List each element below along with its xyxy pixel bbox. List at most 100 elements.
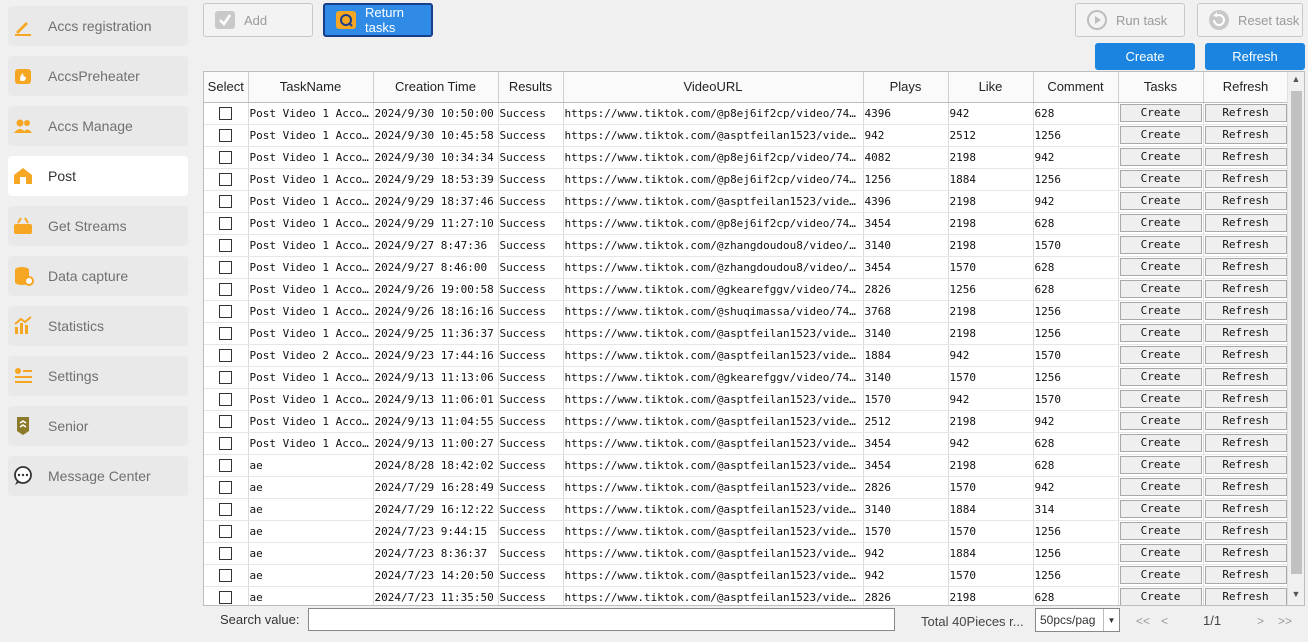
- row-checkbox[interactable]: [219, 348, 233, 362]
- scroll-up-icon[interactable]: ▲: [1291, 74, 1301, 88]
- row-create-button[interactable]: Create: [1119, 500, 1202, 518]
- table-row[interactable]: Post Video 1 Acco... 2024/9/29 18:53:39 Su…: [204, 168, 1289, 191]
- row-create-button[interactable]: Create: [1119, 236, 1202, 254]
- row-create-button[interactable]: Create: [1119, 478, 1202, 496]
- row-refresh-button[interactable]: Refresh: [1204, 148, 1287, 166]
- table-row[interactable]: Post Video 1 Acco... 2024/9/30 10:45:58 Su…: [204, 124, 1289, 147]
- row-create-button[interactable]: Create: [1119, 126, 1202, 144]
- row-checkbox[interactable]: [219, 150, 233, 164]
- row-refresh-button[interactable]: Refresh: [1204, 478, 1287, 496]
- row-checkbox[interactable]: [219, 194, 233, 208]
- row-checkbox[interactable]: [219, 590, 233, 604]
- row-checkbox[interactable]: [219, 304, 233, 318]
- row-checkbox[interactable]: [219, 260, 233, 274]
- row-create-button[interactable]: Create: [1119, 104, 1202, 122]
- table-row[interactable]: ae 2024/7/29 16:12:22 Success https://www.t…: [204, 498, 1289, 521]
- create-button[interactable]: Create: [1095, 43, 1195, 70]
- column-header-results[interactable]: Results: [498, 72, 564, 103]
- row-create-button[interactable]: Create: [1119, 346, 1202, 364]
- table-row[interactable]: ae 2024/8/28 18:42:02 Success https://www.t…: [204, 454, 1289, 477]
- row-create-button[interactable]: Create: [1119, 566, 1202, 584]
- table-row[interactable]: Post Video 2 Acco... 2024/9/23 17:44:16 Su…: [204, 344, 1289, 367]
- row-checkbox[interactable]: [219, 414, 233, 428]
- refresh-button[interactable]: Refresh: [1205, 43, 1305, 70]
- first-page-icon[interactable]: <<: [1136, 614, 1150, 628]
- reset-task-button[interactable]: Reset task: [1197, 3, 1303, 37]
- row-checkbox[interactable]: [219, 326, 233, 340]
- next-page-icon[interactable]: >: [1257, 614, 1264, 628]
- row-checkbox[interactable]: [219, 524, 233, 538]
- row-checkbox[interactable]: [219, 216, 233, 230]
- row-refresh-button[interactable]: Refresh: [1204, 390, 1287, 408]
- row-create-button[interactable]: Create: [1119, 522, 1202, 540]
- row-create-button[interactable]: Create: [1119, 192, 1202, 210]
- column-header-creation-time[interactable]: Creation Time: [373, 72, 499, 103]
- table-row[interactable]: ae 2024/7/23 14:20:50 Success https://www.t…: [204, 564, 1289, 587]
- row-checkbox[interactable]: [219, 568, 233, 582]
- row-refresh-button[interactable]: Refresh: [1204, 192, 1287, 210]
- table-row[interactable]: Post Video 1 Acco... 2024/9/13 11:00:27 Su…: [204, 432, 1289, 455]
- row-checkbox[interactable]: [219, 436, 233, 450]
- row-create-button[interactable]: Create: [1119, 214, 1202, 232]
- row-refresh-button[interactable]: Refresh: [1204, 368, 1287, 386]
- row-checkbox[interactable]: [219, 392, 233, 406]
- column-header-plays[interactable]: Plays: [863, 72, 949, 103]
- row-create-button[interactable]: Create: [1119, 434, 1202, 452]
- table-row[interactable]: Post Video 1 Acco... 2024/9/13 11:04:55 Su…: [204, 410, 1289, 433]
- sidebar-item-get-streams[interactable]: Get Streams: [8, 206, 188, 246]
- row-refresh-button[interactable]: Refresh: [1204, 588, 1287, 605]
- table-row[interactable]: ae 2024/7/23 11:35:50 Success https://www.t…: [204, 586, 1289, 605]
- sidebar-item-senior[interactable]: Senior: [8, 406, 188, 446]
- table-row[interactable]: ae 2024/7/29 16:28:49 Success https://www.t…: [204, 476, 1289, 499]
- row-refresh-button[interactable]: Refresh: [1204, 236, 1287, 254]
- row-refresh-button[interactable]: Refresh: [1204, 214, 1287, 232]
- row-checkbox[interactable]: [219, 370, 233, 384]
- chevron-down-icon[interactable]: ▼: [1103, 609, 1119, 631]
- row-checkbox[interactable]: [219, 172, 233, 186]
- prev-page-icon[interactable]: <: [1161, 614, 1168, 628]
- row-create-button[interactable]: Create: [1119, 280, 1202, 298]
- row-create-button[interactable]: Create: [1119, 170, 1202, 188]
- sidebar-item-settings[interactable]: Settings: [8, 356, 188, 396]
- row-create-button[interactable]: Create: [1119, 302, 1202, 320]
- row-refresh-button[interactable]: Refresh: [1204, 434, 1287, 452]
- sidebar-item-post[interactable]: Post: [8, 156, 188, 196]
- row-create-button[interactable]: Create: [1119, 588, 1202, 605]
- row-create-button[interactable]: Create: [1119, 544, 1202, 562]
- row-refresh-button[interactable]: Refresh: [1204, 456, 1287, 474]
- column-header-tasks[interactable]: Tasks: [1118, 72, 1204, 103]
- add-button[interactable]: Add: [203, 3, 313, 37]
- row-create-button[interactable]: Create: [1119, 390, 1202, 408]
- table-row[interactable]: Post Video 1 Acco... 2024/9/26 19:00:58 Su…: [204, 278, 1289, 301]
- column-header-comment[interactable]: Comment: [1033, 72, 1119, 103]
- sidebar-item-data-capture[interactable]: Data capture: [8, 256, 188, 296]
- run-task-button[interactable]: Run task: [1075, 3, 1185, 37]
- page-size-select[interactable]: 50pcs/pag ▼: [1035, 608, 1120, 632]
- column-header-taskname[interactable]: TaskName: [248, 72, 374, 103]
- table-row[interactable]: Post Video 1 Acco... 2024/9/30 10:50:00 Su…: [204, 102, 1289, 125]
- row-checkbox[interactable]: [219, 502, 233, 516]
- row-checkbox[interactable]: [219, 106, 233, 120]
- column-header-select[interactable]: Select: [204, 72, 249, 103]
- row-refresh-button[interactable]: Refresh: [1204, 544, 1287, 562]
- row-create-button[interactable]: Create: [1119, 258, 1202, 276]
- sidebar-item-statistics[interactable]: Statistics: [8, 306, 188, 346]
- row-refresh-button[interactable]: Refresh: [1204, 170, 1287, 188]
- row-refresh-button[interactable]: Refresh: [1204, 126, 1287, 144]
- row-refresh-button[interactable]: Refresh: [1204, 500, 1287, 518]
- table-row[interactable]: Post Video 1 Acco... 2024/9/27 8:47:36 Suc…: [204, 234, 1289, 257]
- row-create-button[interactable]: Create: [1119, 412, 1202, 430]
- column-header-like[interactable]: Like: [948, 72, 1034, 103]
- row-refresh-button[interactable]: Refresh: [1204, 346, 1287, 364]
- row-refresh-button[interactable]: Refresh: [1204, 258, 1287, 276]
- scroll-down-icon[interactable]: ▼: [1291, 589, 1301, 603]
- vertical-scrollbar[interactable]: ▲ ▼: [1287, 72, 1304, 605]
- row-checkbox[interactable]: [219, 238, 233, 252]
- table-row[interactable]: Post Video 1 Acco... 2024/9/26 18:16:16 Su…: [204, 300, 1289, 323]
- table-row[interactable]: Post Video 1 Acco... 2024/9/13 11:13:06 Su…: [204, 366, 1289, 389]
- return-tasks-button[interactable]: Return tasks: [323, 3, 433, 37]
- column-header-videourl[interactable]: VideoURL: [563, 72, 864, 103]
- row-refresh-button[interactable]: Refresh: [1204, 104, 1287, 122]
- column-header-refresh[interactable]: Refresh: [1203, 72, 1289, 103]
- table-row[interactable]: Post Video 1 Acco... 2024/9/29 11:27:10 Su…: [204, 212, 1289, 235]
